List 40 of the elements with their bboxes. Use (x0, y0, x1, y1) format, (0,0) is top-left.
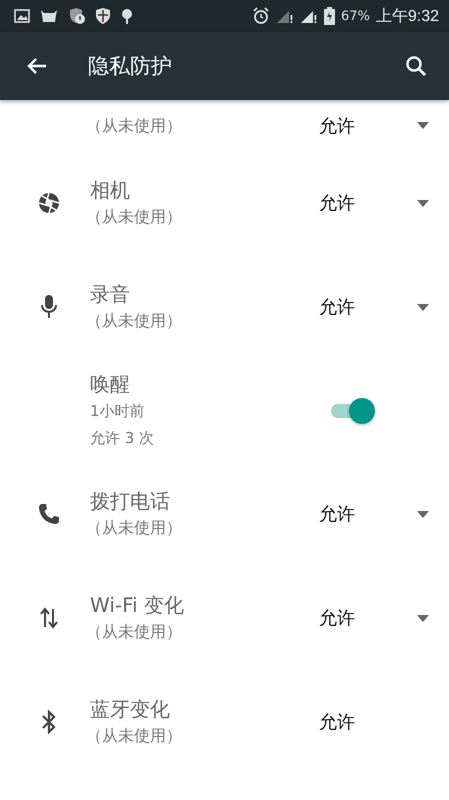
permission-detail: 允许 3 次 (90, 428, 156, 448)
permission-title: 蓝牙变化 (90, 696, 171, 723)
permission-dropdown[interactable]: 允许 (319, 710, 429, 734)
permission-title: 录音 (90, 281, 131, 308)
bluetooth-icon (42, 710, 56, 734)
up-down-arrows-icon (40, 607, 58, 629)
toggle-switch[interactable] (331, 396, 375, 424)
phone-icon (38, 503, 60, 525)
dropdown-caret-icon (417, 510, 429, 518)
permission-title: 拨打电话 (90, 488, 171, 515)
permission-title: Wi-Fi 变化 (90, 592, 186, 619)
shield-icon (95, 7, 111, 25)
permission-dropdown[interactable]: 允许 (319, 114, 429, 138)
battery-percentage: 67% (340, 8, 370, 24)
aperture-icon (37, 191, 61, 215)
dropdown-caret-icon (417, 614, 429, 622)
usage-note: （从未使用） (86, 725, 183, 747)
permission-dropdown[interactable]: 允许 (319, 606, 429, 630)
usage-note: （从未使用） (86, 206, 183, 228)
permission-detail: 1小时前 (90, 400, 146, 422)
page-title: 隐私防护 (88, 53, 173, 80)
permission-dropdown[interactable]: 允许 (319, 502, 429, 526)
permission-title: 相机 (90, 177, 131, 204)
microphone-icon (40, 294, 58, 320)
usage-note: （从未使用） (86, 517, 183, 539)
permission-dropdown[interactable]: 允许 (319, 191, 429, 215)
image-icon (14, 9, 30, 23)
usage-note: （从未使用） (86, 310, 183, 332)
dropdown-caret-icon (417, 304, 429, 310)
permission-dropdown[interactable]: 允许 (319, 295, 429, 319)
dropdown-caret-icon (417, 200, 429, 206)
usage-note: （从未使用） (86, 621, 183, 643)
shield-icon (68, 7, 86, 25)
search-icon (404, 54, 428, 78)
alarm-icon (252, 7, 270, 25)
clock-time: 上午9:32 (376, 6, 439, 26)
dropdown-caret-icon (417, 122, 429, 129)
usage-note: （从未使用） (86, 114, 183, 136)
permission-title: 唤醒 (90, 370, 131, 398)
battery-icon (324, 7, 335, 25)
